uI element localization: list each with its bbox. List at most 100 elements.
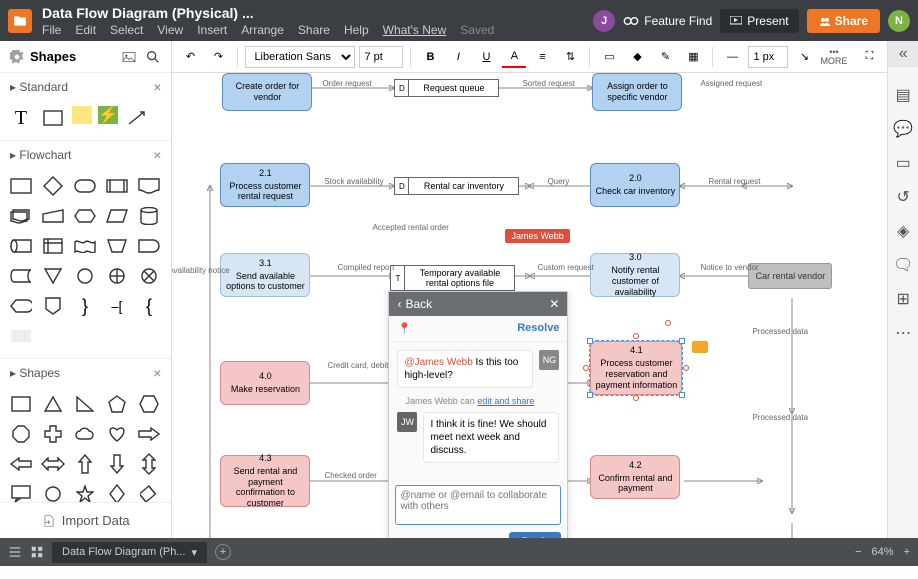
node-42[interactable]: 4.2Confirm rental and payment [590, 455, 680, 499]
fc-prep[interactable] [72, 204, 98, 228]
fc-tape[interactable] [72, 234, 98, 258]
close-icon[interactable]: × [153, 147, 161, 163]
add-page-button[interactable]: + [215, 544, 231, 560]
data-icon[interactable]: ⊞ [893, 289, 913, 309]
sh-rect[interactable] [8, 392, 34, 416]
user-avatar-n[interactable]: N [888, 10, 910, 32]
reply-button[interactable]: Reply [509, 532, 561, 538]
sh-hex[interactable] [136, 392, 162, 416]
close-comment-icon[interactable]: ✕ [549, 297, 559, 311]
fc-disk[interactable] [8, 234, 34, 258]
fc-sum[interactable] [136, 264, 162, 288]
import-data-button[interactable]: Import Data [0, 502, 171, 538]
fc-display[interactable] [8, 294, 34, 318]
zoom-level[interactable]: 64% [872, 546, 894, 558]
menu-share[interactable]: Share [298, 23, 330, 37]
zoom-out-button[interactable]: − [855, 546, 861, 558]
node-assign-order[interactable]: Assign order to specific vendor [592, 73, 682, 111]
section-flowchart[interactable]: ▸ Flowchart × [0, 141, 171, 169]
bold-button[interactable]: B [418, 46, 442, 68]
sh-darrow-v[interactable] [136, 452, 162, 476]
menu-insert[interactable]: Insert [197, 23, 227, 37]
collapse-rail-icon[interactable]: « [888, 41, 918, 67]
line-type-button[interactable]: ↘ [792, 46, 816, 68]
sh-diamond[interactable] [104, 482, 130, 502]
back-label[interactable]: Back [405, 297, 432, 311]
menu-view[interactable]: View [157, 23, 183, 37]
fc-delay[interactable] [136, 234, 162, 258]
fc-brace-l[interactable]: } [72, 294, 98, 318]
sh-cross[interactable] [40, 422, 66, 446]
comment-indicator-icon[interactable] [692, 341, 708, 353]
sh-larrow[interactable] [8, 452, 34, 476]
back-icon[interactable]: ‹ [397, 297, 401, 311]
app-logo[interactable] [8, 9, 32, 33]
close-icon[interactable]: × [153, 79, 161, 95]
document-title[interactable]: Data Flow Diagram (Physical) ... [42, 5, 593, 21]
node-vendor[interactable]: Car rental vendor [748, 263, 832, 289]
history-icon[interactable]: ↺ [893, 187, 913, 207]
close-icon[interactable]: × [153, 365, 161, 381]
present-icon[interactable]: ▭ [893, 153, 913, 173]
border-color-button[interactable]: ✎ [653, 46, 677, 68]
fc-terminal[interactable] [72, 174, 98, 198]
fc-multidoc[interactable] [8, 204, 34, 228]
fc-stored[interactable] [8, 264, 34, 288]
node-create-order[interactable]: Create order for vendor [222, 73, 312, 111]
grid-view-icon[interactable] [30, 545, 44, 559]
sh-pent[interactable] [104, 392, 130, 416]
layers-icon[interactable]: ◈ [893, 221, 913, 241]
text-shape[interactable]: T [8, 106, 34, 130]
comment-input[interactable] [395, 485, 561, 525]
rect-shape[interactable] [40, 106, 66, 130]
search-icon[interactable] [145, 49, 161, 65]
resolve-button[interactable]: Resolve [517, 322, 559, 335]
hotspot-shape[interactable]: ⚡ [98, 106, 118, 124]
section-shapes[interactable]: ▸ Shapes × [0, 359, 171, 387]
sh-oct[interactable] [8, 422, 34, 446]
menu-edit[interactable]: Edit [75, 23, 96, 37]
menu-help[interactable]: Help [344, 23, 369, 37]
sh-iso[interactable] [136, 482, 162, 502]
collaborator-avatar-j[interactable]: J [593, 10, 615, 32]
underline-button[interactable]: U [474, 46, 498, 68]
fc-conn[interactable] [72, 264, 98, 288]
sh-tri[interactable] [40, 392, 66, 416]
sh-circle[interactable] [40, 482, 66, 502]
shape-style-button[interactable]: ▦ [681, 46, 705, 68]
diagram-canvas[interactable]: Create order for vendor DRequest queue A… [172, 73, 887, 538]
sh-heart[interactable] [104, 422, 130, 446]
feature-find-button[interactable]: Feature Find [623, 14, 712, 28]
text-color-button[interactable]: A [502, 46, 526, 68]
fc-doc[interactable] [136, 174, 162, 198]
sh-cloud[interactable] [72, 422, 98, 446]
fc-db[interactable] [136, 204, 162, 228]
section-standard[interactable]: ▸ Standard × [0, 73, 171, 101]
arrow-shape[interactable] [124, 106, 150, 130]
font-select[interactable]: Liberation Sans [245, 46, 355, 68]
undo-button[interactable]: ↶ [178, 46, 202, 68]
data-temp-file[interactable]: TTemporary available rental options file [390, 265, 515, 291]
align-button[interactable]: ≡ [530, 46, 554, 68]
fc-offpage[interactable] [40, 294, 66, 318]
line-height-button[interactable]: ⇅ [558, 46, 582, 68]
fc-manin[interactable] [40, 204, 66, 228]
node-21[interactable]: 2.1Process customer rental request [220, 163, 310, 207]
image-icon[interactable] [121, 49, 137, 65]
sh-rtri[interactable] [72, 392, 98, 416]
list-view-icon[interactable] [8, 545, 22, 559]
sh-rarrow[interactable] [136, 422, 162, 446]
menu-file[interactable]: File [42, 23, 61, 37]
sh-star[interactable] [72, 482, 98, 502]
location-icon[interactable]: 📍 [397, 322, 411, 335]
italic-button[interactable]: I [446, 46, 470, 68]
fc-rect[interactable] [8, 174, 34, 198]
more-rail-icon[interactable]: ⋯ [893, 323, 913, 343]
fc-note[interactable]: ⎯[ [104, 294, 130, 318]
node-20[interactable]: 2.0Check car inventory [590, 163, 680, 207]
fill-button[interactable]: ▭ [597, 46, 621, 68]
chat-icon[interactable]: 🗨 [893, 255, 913, 275]
redo-button[interactable]: ↷ [206, 46, 230, 68]
fc-or[interactable] [104, 264, 130, 288]
more-button[interactable]: •••MORE [820, 48, 847, 66]
